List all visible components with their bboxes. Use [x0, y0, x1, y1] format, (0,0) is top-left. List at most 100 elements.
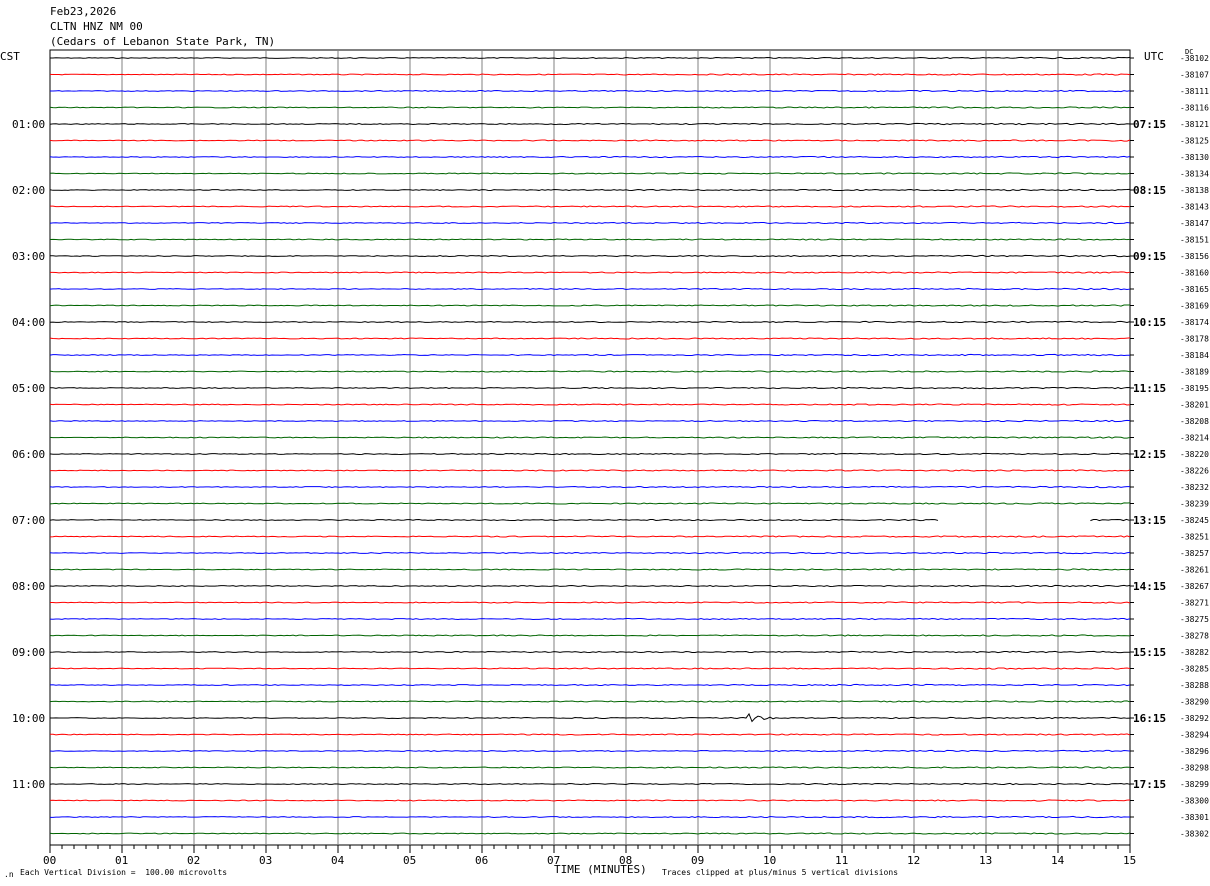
- x-tick-label: 10: [763, 854, 776, 867]
- dc-offset-label: -38107: [1180, 71, 1209, 80]
- left-hour-label: 08:00: [12, 580, 45, 593]
- right-hour-label: 12:15: [1133, 448, 1166, 461]
- x-tick-label: 13: [979, 854, 992, 867]
- grid-lines: [49, 49, 1131, 846]
- trace-line: [49, 304, 1131, 307]
- dc-offset-label: -38290: [1180, 698, 1209, 707]
- dc-offset-label: -38151: [1180, 236, 1209, 245]
- dc-offset-label: -38169: [1180, 302, 1209, 311]
- dc-offset-label: -38282: [1180, 648, 1209, 657]
- trace-line: [1090, 518, 1130, 522]
- dc-offset-label: -38121: [1180, 120, 1209, 129]
- trace-line: [50, 271, 1131, 274]
- trace-line: [49, 815, 1131, 819]
- left-hour-label: 10:00: [12, 712, 45, 725]
- trace-line: [49, 535, 1131, 538]
- left-hour-label: 05:00: [12, 382, 45, 395]
- trace-line: [49, 667, 1131, 670]
- dc-offset-label: -38160: [1180, 269, 1209, 278]
- trace-line: [49, 568, 1131, 571]
- x-tick-label: 03: [259, 854, 272, 867]
- trace-line: [49, 188, 1131, 192]
- trace-line: [49, 254, 1131, 258]
- x-tick-label: 04: [331, 854, 345, 867]
- trace-line: [49, 485, 1131, 489]
- dc-offset-label: -38239: [1180, 500, 1209, 509]
- trace-line: [49, 502, 1131, 505]
- trace-line: [49, 712, 1131, 723]
- x-axis-title: TIME (MINUTES): [554, 863, 647, 876]
- trace-line: [49, 518, 939, 522]
- right-hour-label: 15:15: [1133, 646, 1166, 659]
- dc-offset-label: -38138: [1180, 186, 1209, 195]
- corner-mark: .n: [4, 870, 14, 879]
- left-hour-label: 07:00: [12, 514, 45, 527]
- trace-line: [49, 73, 1131, 76]
- dc-offset-label: -38178: [1180, 335, 1209, 344]
- right-hour-label: 13:15: [1133, 514, 1166, 527]
- dc-offset-label: -38189: [1180, 368, 1209, 377]
- right-hour-label: 14:15: [1133, 580, 1166, 593]
- trace-line: [49, 221, 1131, 225]
- dc-offset-label: -38116: [1180, 104, 1209, 113]
- trace-line: [49, 634, 1131, 637]
- dc-offset-label: -38201: [1180, 401, 1209, 410]
- left-hour-label: 06:00: [12, 448, 45, 461]
- trace-line: [49, 832, 1131, 835]
- trace-line: [49, 419, 1131, 423]
- dc-offset-label: -38184: [1180, 351, 1209, 360]
- dc-offset-label: -38111: [1180, 87, 1209, 96]
- trace-line: [49, 584, 1131, 588]
- left-hour-label: 09:00: [12, 646, 45, 659]
- x-tick-label: 06: [475, 854, 488, 867]
- left-hour-label: 11:00: [12, 778, 45, 791]
- right-hour-label: 16:15: [1133, 712, 1166, 725]
- dc-offset-label: -38134: [1180, 170, 1209, 179]
- x-tick-label: 14: [1051, 854, 1065, 867]
- x-tick-label: 02: [187, 854, 200, 867]
- clip-note: Traces clipped at plus/minus 5 vertical …: [662, 868, 899, 877]
- dc-offset-label: -38288: [1180, 681, 1209, 690]
- dc-offset-label: -38174: [1180, 318, 1209, 327]
- trace-line: [49, 238, 1131, 241]
- left-hour-label: 01:00: [12, 118, 45, 131]
- trace-line: [49, 617, 1131, 621]
- dc-offset-label: -38130: [1180, 153, 1209, 162]
- trace-line: [49, 155, 1131, 159]
- dc-offset-label: -38294: [1180, 731, 1209, 740]
- trace-line: [49, 320, 1131, 324]
- trace-line: [49, 650, 1131, 654]
- trace-line: [49, 601, 1131, 604]
- trace-line: [49, 139, 1131, 142]
- trace-line: [49, 766, 1131, 769]
- dc-offset-label: -38195: [1180, 384, 1209, 393]
- trace-line: [49, 749, 1131, 753]
- vertical-scale-note: Each Vertical Division = 100.00 microvol…: [20, 868, 228, 877]
- dc-offset-label: -38245: [1180, 516, 1209, 525]
- right-hour-label: 07:15: [1133, 118, 1166, 131]
- helicorder-plot: 00 01 02 03 04 05 06 07 08 09 10 11 12 13 14 15 -38102-…: [12, 49, 1209, 867]
- dc-offset-label: -38208: [1180, 417, 1209, 426]
- trace-line: [49, 733, 1131, 736]
- left-hour-label: 03:00: [12, 250, 45, 263]
- dc-offset-label: -38257: [1180, 549, 1209, 558]
- dc-offset-label: -38278: [1180, 632, 1209, 641]
- trace-line: [49, 799, 1131, 802]
- dc-offset-label: -38292: [1180, 714, 1209, 723]
- dc-offset-label: -38302: [1180, 830, 1209, 839]
- trace-line: [49, 700, 1131, 703]
- dc-offset-label: -38125: [1180, 137, 1209, 146]
- trace-line: [49, 683, 1131, 687]
- trace-line: [49, 106, 1131, 109]
- trace-line: [49, 337, 1131, 340]
- dc-offset-label: -38267: [1180, 582, 1209, 591]
- trace-line: [49, 353, 1131, 357]
- x-tick-label: 11: [835, 854, 848, 867]
- dc-offset-label: -38275: [1180, 615, 1209, 624]
- x-tick-label: 12: [907, 854, 920, 867]
- left-hour-label: 04:00: [12, 316, 45, 329]
- dc-offset-label: -38143: [1180, 203, 1209, 212]
- dc-offset-label: -38299: [1180, 780, 1209, 789]
- trace-line: [49, 386, 1131, 390]
- dc-offset-label: -38165: [1180, 285, 1209, 294]
